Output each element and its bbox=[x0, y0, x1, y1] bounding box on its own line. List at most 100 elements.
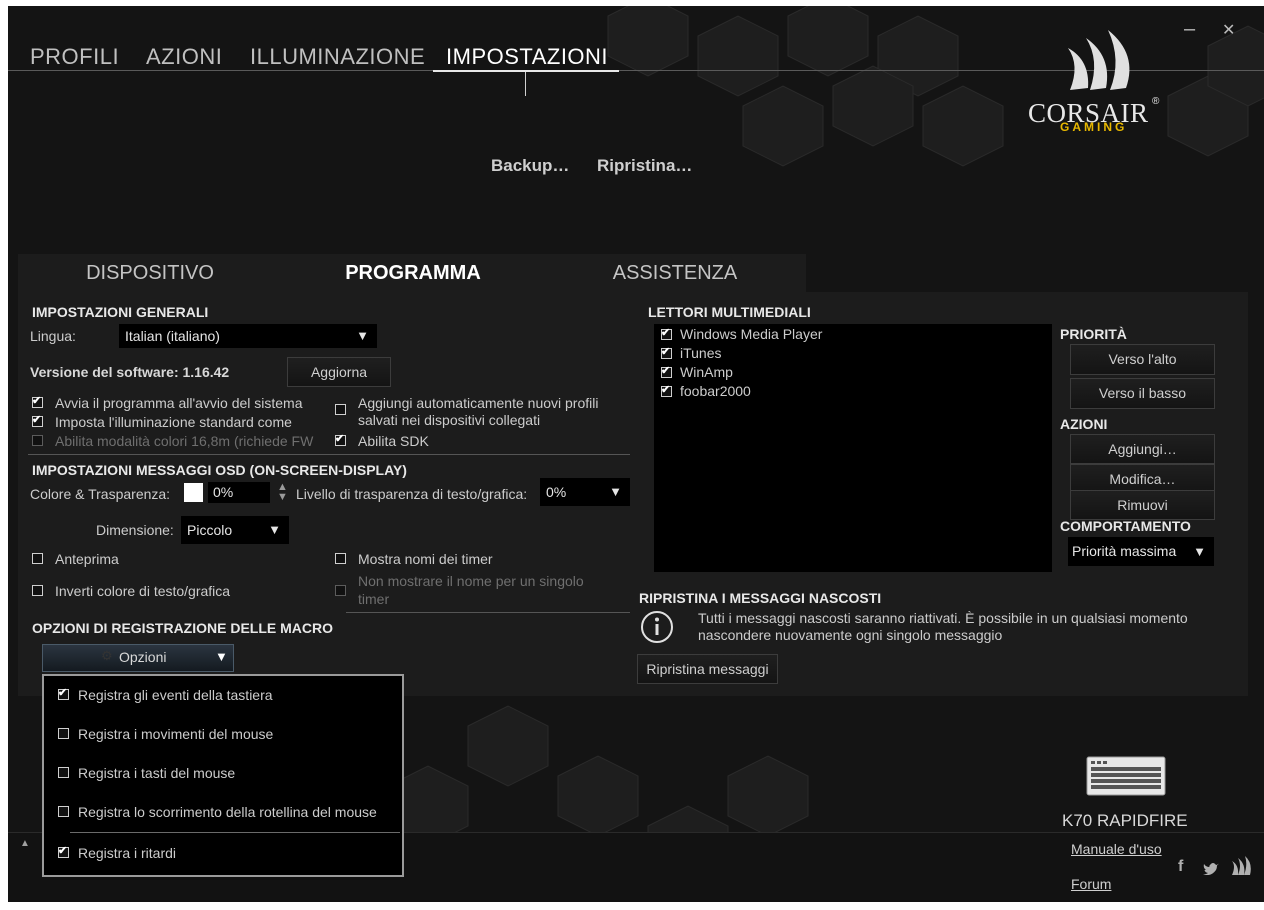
enable-sdk-label: Abilita SDK bbox=[358, 433, 429, 449]
media-players-list[interactable] bbox=[654, 324, 1052, 572]
minimize-button[interactable]: – bbox=[1184, 18, 1195, 41]
backup-link[interactable]: Backup… bbox=[491, 156, 569, 176]
menu-item[interactable]: Registra lo scorrimento della rotellina … bbox=[78, 804, 377, 820]
color-transparency-label: Colore & Trasparenza: bbox=[30, 486, 171, 502]
software-version: Versione del software: 1.16.42 bbox=[30, 364, 230, 380]
update-button[interactable]: Aggiorna bbox=[287, 357, 391, 387]
hidden-messages-text-2: nascondere nuovamente ogni singolo messa… bbox=[698, 627, 1003, 643]
registered-mark: ® bbox=[1152, 96, 1160, 107]
tab-profili[interactable]: PROFILI bbox=[30, 44, 119, 70]
size-select[interactable]: Piccolo ▼ bbox=[181, 516, 289, 544]
chevron-down-icon: ▼ bbox=[1193, 544, 1206, 559]
checkbox-show-timer-names[interactable] bbox=[335, 553, 346, 564]
tab-illuminazione[interactable]: ILLUMINAZIONE bbox=[250, 44, 425, 70]
manual-link[interactable]: Manuale d'uso bbox=[1071, 841, 1162, 857]
move-down-button[interactable]: Verso il basso bbox=[1070, 378, 1215, 409]
osd-settings-title: IMPOSTAZIONI MESSAGGI OSD (ON-SCREEN-DIS… bbox=[32, 462, 407, 478]
no-single-timer-label: Non mostrare il nome per un singolo bbox=[358, 573, 584, 589]
menu-item[interactable]: Registra gli eventi della tastiera bbox=[78, 687, 273, 703]
autostart-label: Avvia il programma all'avvio del sistema bbox=[55, 395, 303, 411]
transparency-value: 0% bbox=[213, 484, 234, 500]
forum-link[interactable]: Forum bbox=[1071, 876, 1111, 892]
macro-options-label: Opzioni bbox=[119, 649, 167, 665]
restore-link[interactable]: Ripristina… bbox=[597, 156, 692, 176]
menu-item[interactable]: Registra i movimenti del mouse bbox=[78, 726, 273, 742]
list-item[interactable]: WinAmp bbox=[680, 364, 733, 380]
checkbox-record-mouse-movement[interactable] bbox=[58, 728, 69, 739]
checkbox-invert-colors[interactable] bbox=[32, 585, 43, 596]
transparency-level-select[interactable]: 0% ▼ bbox=[540, 478, 630, 506]
list-item[interactable]: Windows Media Player bbox=[680, 326, 822, 342]
show-timer-names-label: Mostra nomi dei timer bbox=[358, 551, 493, 567]
media-players-title: LETTORI MULTIMEDIALI bbox=[648, 304, 811, 320]
keyboard-icon bbox=[1086, 756, 1166, 796]
invert-colors-label: Inverti colore di testo/grafica bbox=[55, 583, 231, 599]
auto-add-profiles-label-2: salvati nei dispositivi collegati bbox=[358, 412, 541, 428]
checkbox-record-keyboard[interactable]: ✔ bbox=[58, 687, 69, 700]
restore-messages-button[interactable]: Ripristina messaggi bbox=[637, 654, 778, 684]
general-settings-title: IMPOSTAZIONI GENERALI bbox=[32, 304, 209, 320]
no-single-timer-label-2: timer bbox=[358, 591, 390, 607]
app-window: PROFILI AZIONI ILLUMINAZIONE IMPOSTAZION… bbox=[8, 6, 1264, 902]
nav-indicator-tick bbox=[525, 72, 526, 96]
checkbox-auto-add-profiles[interactable] bbox=[335, 404, 346, 415]
priority-title: PRIORITÀ bbox=[1060, 326, 1127, 342]
restore-hidden-title: RIPRISTINA I MESSAGGI NASCOSTI bbox=[639, 590, 882, 606]
move-up-button[interactable]: Verso l'alto bbox=[1070, 344, 1215, 375]
spinner-arrows-icon[interactable]: ▲ ▼ bbox=[277, 482, 288, 503]
behavior-value: Priorità massima bbox=[1072, 543, 1177, 559]
list-item[interactable]: foobar2000 bbox=[680, 383, 751, 399]
tab-azioni[interactable]: AZIONI bbox=[146, 44, 222, 70]
checkbox-player-winamp[interactable]: ✔ bbox=[661, 365, 672, 378]
section-divider bbox=[346, 612, 630, 613]
add-button[interactable]: Aggiungi… bbox=[1070, 434, 1215, 464]
menu-divider bbox=[70, 832, 400, 833]
collapse-arrow-icon[interactable]: ▲ bbox=[20, 838, 30, 849]
checkbox-player-itunes[interactable]: ✔ bbox=[661, 346, 672, 359]
close-button[interactable]: ✕ bbox=[1222, 20, 1235, 40]
transparency-input[interactable]: 0% bbox=[208, 482, 270, 503]
corsair-sails-icon bbox=[1068, 30, 1130, 90]
checkbox-preview[interactable] bbox=[32, 553, 43, 564]
language-label: Lingua: bbox=[30, 328, 76, 344]
info-icon bbox=[641, 611, 673, 643]
menu-item[interactable]: Registra i ritardi bbox=[78, 845, 176, 861]
color-swatch[interactable] bbox=[184, 483, 203, 502]
behavior-select[interactable]: Priorità massima ▼ bbox=[1068, 537, 1214, 566]
subtab-dispositivo[interactable]: DISPOSITIVO bbox=[18, 254, 282, 292]
transparency-level-value: 0% bbox=[546, 484, 567, 500]
checkbox-record-mouse-buttons[interactable] bbox=[58, 767, 69, 778]
checkbox-standard-lighting[interactable]: ✔ bbox=[32, 414, 43, 427]
checkbox-enable-sdk[interactable]: ✔ bbox=[335, 433, 346, 446]
checkbox-record-delays[interactable]: ✔ bbox=[58, 845, 69, 858]
tab-impostazioni[interactable]: IMPOSTAZIONI bbox=[446, 44, 608, 70]
twitter-icon[interactable] bbox=[1203, 862, 1219, 875]
subtab-programma[interactable]: PROGRAMMA bbox=[282, 254, 544, 292]
hidden-messages-text: Tutti i messaggi nascosti saranno riatti… bbox=[698, 610, 1188, 626]
facebook-icon[interactable]: f bbox=[1178, 858, 1183, 876]
language-value: Italian (italiano) bbox=[125, 328, 220, 344]
nav-active-indicator bbox=[433, 70, 619, 72]
corsair-sails-icon[interactable] bbox=[1230, 856, 1252, 876]
brand-sub: GAMING bbox=[1060, 120, 1128, 134]
chevron-down-icon: ▼ bbox=[268, 522, 281, 537]
chevron-down-icon: ▼ bbox=[215, 649, 228, 664]
size-label: Dimensione: bbox=[96, 522, 174, 538]
actions-title: AZIONI bbox=[1060, 416, 1108, 432]
checkbox-autostart[interactable]: ✔ bbox=[32, 395, 43, 408]
checkbox-player-foobar[interactable]: ✔ bbox=[661, 384, 672, 397]
macro-options-title: OPZIONI DI REGISTRAZIONE DELLE MACRO bbox=[32, 620, 334, 636]
checkbox-player-wmp[interactable]: ✔ bbox=[661, 327, 672, 340]
section-divider bbox=[28, 454, 630, 455]
menu-item[interactable]: Registra i tasti del mouse bbox=[78, 765, 235, 781]
preview-label: Anteprima bbox=[55, 551, 119, 567]
size-value: Piccolo bbox=[187, 522, 233, 538]
checkbox-record-mouse-wheel[interactable] bbox=[58, 806, 69, 817]
standard-lighting-label: Imposta l'illuminazione standard come bbox=[55, 414, 292, 430]
macro-options-button[interactable]: ⚙ Opzioni ▼ bbox=[42, 644, 234, 672]
list-item[interactable]: iTunes bbox=[680, 345, 722, 361]
remove-button[interactable]: Rimuovi bbox=[1070, 490, 1215, 520]
subtab-assistenza[interactable]: ASSISTENZA bbox=[544, 254, 806, 292]
device-name[interactable]: K70 RAPIDFIRE bbox=[1062, 811, 1188, 831]
language-select[interactable]: Italian (italiano) ▼ bbox=[119, 324, 377, 348]
